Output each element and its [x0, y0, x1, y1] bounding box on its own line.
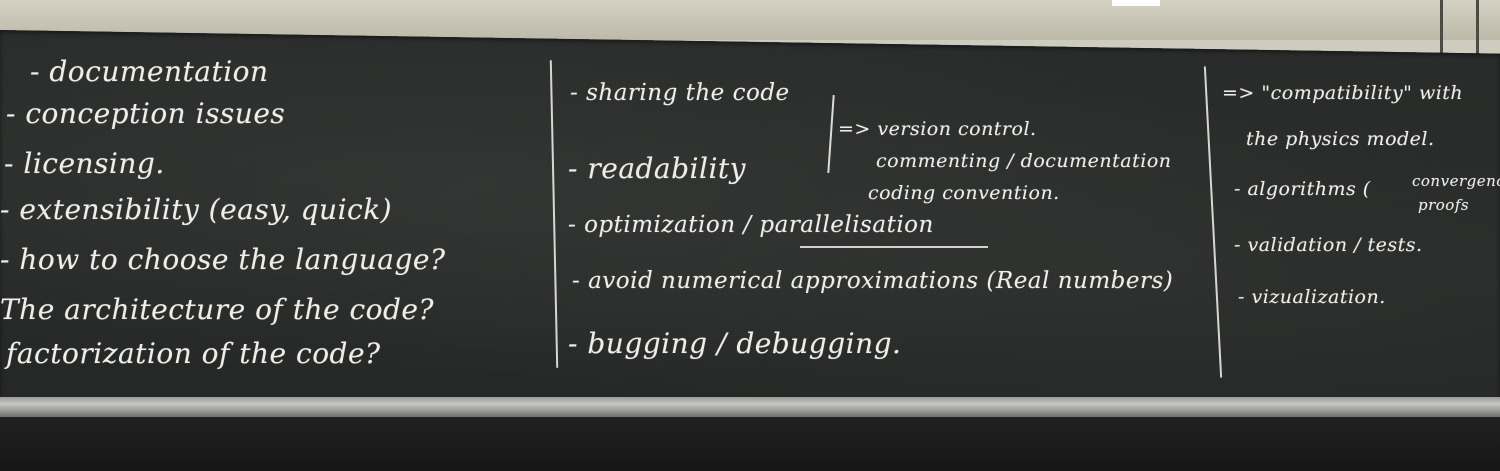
left-item-4: - extensibility (easy, quick) — [0, 193, 393, 226]
underline-parallelisation — [800, 246, 988, 248]
left-item-5: - how to choose the language? — [0, 243, 446, 276]
note-coding-convention: coding convention. — [868, 182, 1060, 204]
right-line-2: the physics model. — [1246, 128, 1435, 150]
lower-wall — [0, 417, 1500, 471]
middle-item-4: - avoid numerical approximations (Real n… — [572, 268, 1174, 294]
note-version-control: => version control. — [838, 118, 1037, 140]
right-note-convergence: convergence — [1412, 172, 1500, 190]
left-item-3: - licensing. — [4, 147, 165, 180]
middle-item-3: - optimization / parallelisation — [568, 212, 934, 238]
ceiling-light — [1112, 0, 1160, 6]
chalk-tray — [0, 397, 1500, 417]
right-line-3: - algorithms ( — [1234, 178, 1371, 200]
left-item-7: factorization of the code? — [6, 337, 381, 370]
classroom-photo: - documentation - conception issues - li… — [0, 0, 1500, 471]
wall-frame-left — [1440, 0, 1443, 60]
left-item-2: - conception issues — [6, 97, 286, 130]
middle-item-1: - sharing the code — [570, 80, 790, 106]
wall-frame-right — [1476, 0, 1479, 60]
note-commenting: commenting / documentation — [876, 150, 1172, 172]
left-item-6: The architecture of the code? — [0, 293, 434, 326]
right-line-4: - validation / tests. — [1234, 234, 1423, 256]
right-line-1: => "compatibility" with — [1222, 82, 1464, 104]
middle-item-5: - bugging / debugging. — [568, 327, 902, 360]
right-note-proofs: proofs — [1418, 196, 1470, 214]
middle-item-2: - readability — [568, 152, 746, 185]
left-item-1: - documentation — [30, 55, 269, 88]
right-line-5: - vizualization. — [1238, 286, 1386, 308]
